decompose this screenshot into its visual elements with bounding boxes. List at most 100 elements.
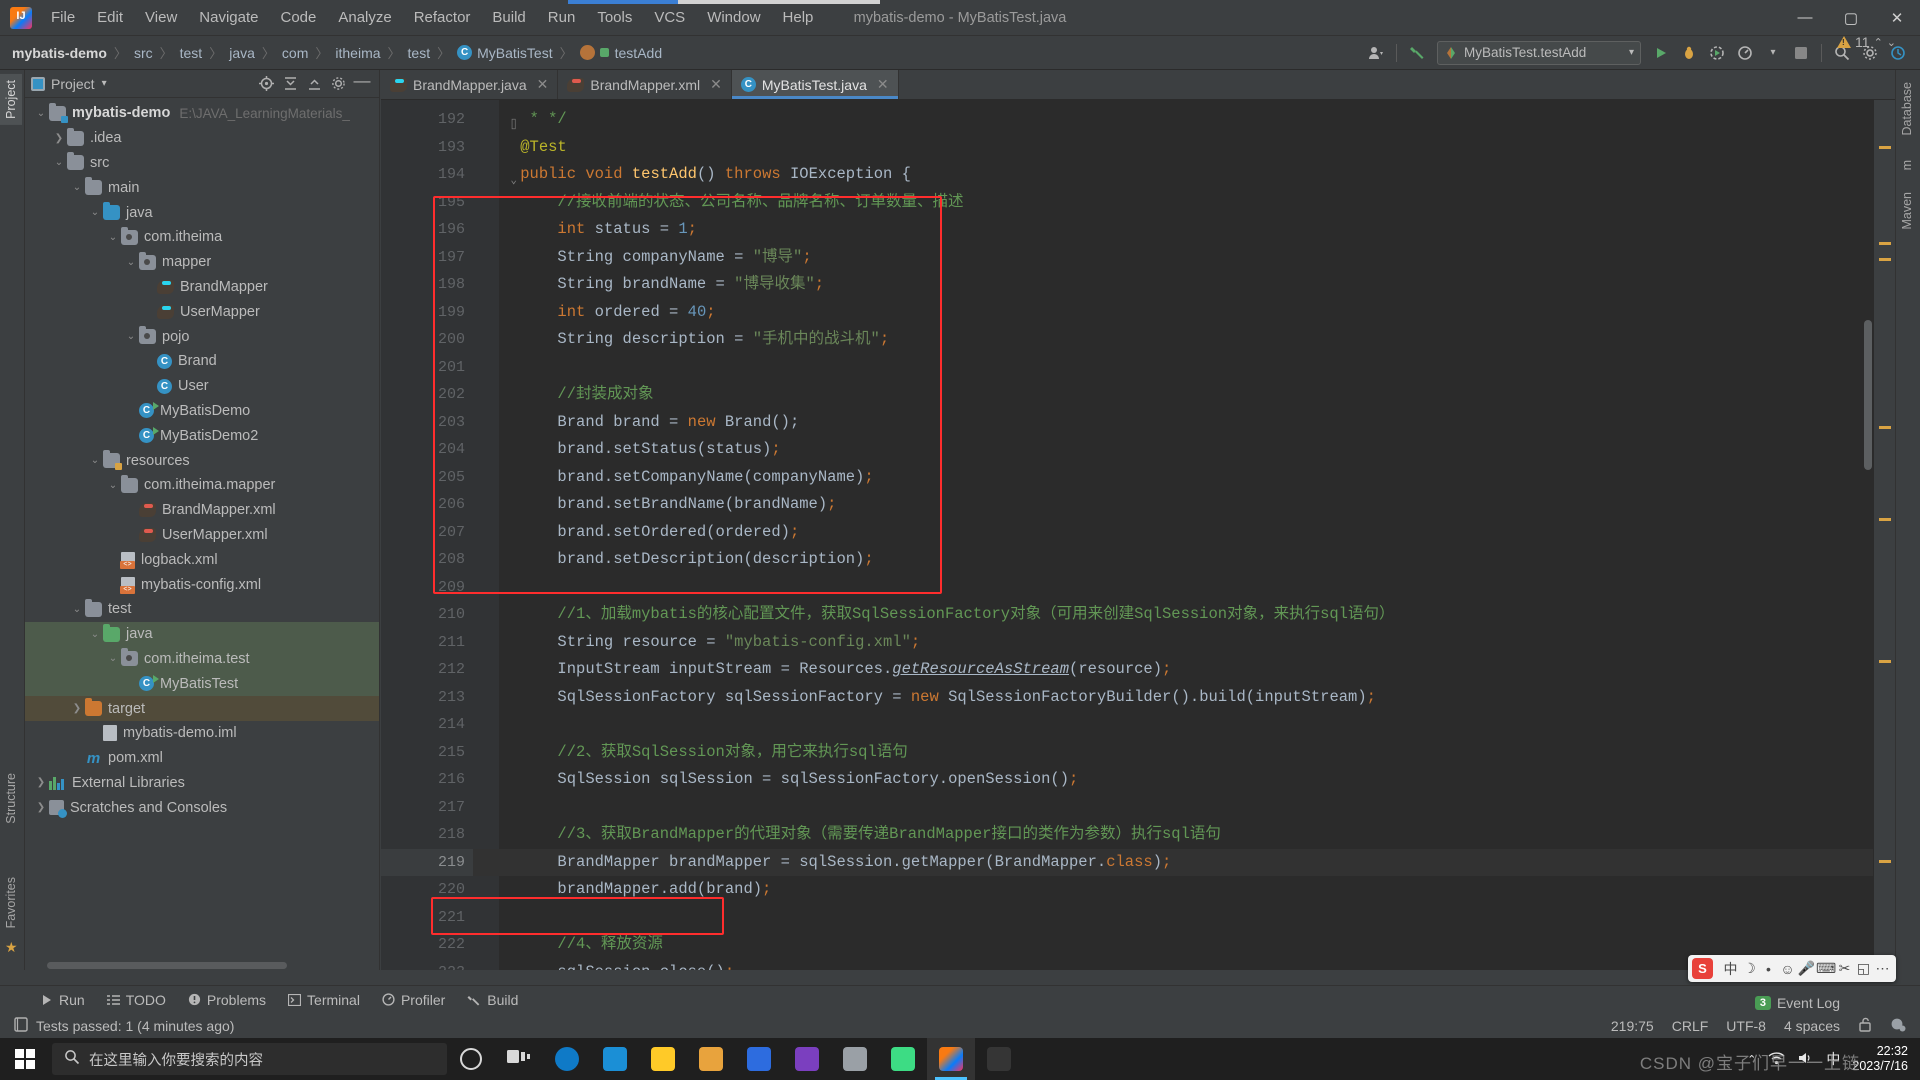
tree-node-mybatis-demo-iml[interactable]: mybatis-demo.iml [25, 721, 379, 746]
chevron-down-icon[interactable]: ⌄ [105, 480, 121, 491]
chevron-down-icon[interactable]: ⌄ [51, 157, 67, 168]
stop-button[interactable] [1788, 40, 1814, 66]
tree-node-com-itheima-test[interactable]: ⌄ com.itheima.test [25, 646, 379, 672]
line-number[interactable]: 192 ⌷ [381, 106, 517, 134]
code-line[interactable]: brandMapper.add(brand); [483, 876, 1895, 904]
tree-node-java[interactable]: ⌄ java [25, 200, 379, 225]
taskbar-app-edge[interactable] [543, 1038, 591, 1080]
tree-node-src[interactable]: ⌄ src [25, 151, 379, 176]
editor-vertical-scrollbar[interactable] [1864, 320, 1872, 470]
tree-node-usermapper-xml[interactable]: UserMapper.xml [25, 523, 379, 548]
tree-node-external-libraries[interactable]: ❯ External Libraries [25, 771, 379, 796]
editor-tab-mybatistest-java[interactable]: C MyBatisTest.java ✕ [731, 70, 899, 99]
breadcrumb-item-java[interactable]: java [229, 45, 255, 61]
tree-node-target[interactable]: ❯ target [25, 696, 379, 721]
code-line[interactable]: @Test [483, 134, 1895, 162]
minimize-button[interactable]: — [1782, 0, 1828, 36]
code-line[interactable]: brand.setCompanyName(companyName); [483, 464, 1895, 492]
project-tree[interactable]: ⌄ mybatis-demo E:\JAVA_LearningMaterials_ ❯… [25, 98, 379, 970]
line-number[interactable]: 199 [381, 299, 473, 327]
tree-node-user[interactable]: C User [25, 374, 379, 399]
code-line[interactable]: SqlSession sqlSession = sqlSessionFactor… [483, 766, 1895, 794]
menu-item-file[interactable]: File [40, 5, 86, 30]
tree-node-brandmapper-xml[interactable]: BrandMapper.xml [25, 498, 379, 523]
chevron-down-icon[interactable]: ⌄ [123, 257, 139, 268]
breadcrumb-item-itheima[interactable]: itheima [335, 45, 380, 61]
ime-button-2[interactable]: • [1759, 961, 1778, 977]
editor-tab-brandmapper-xml[interactable]: BrandMapper.xml ✕ [558, 70, 732, 99]
code-line[interactable]: int ordered = 40; [483, 299, 1895, 327]
tree-node-pom-xml[interactable]: m pom.xml [25, 746, 379, 771]
tree-node-brand[interactable]: C Brand [25, 349, 379, 374]
line-number[interactable]: 201 [381, 354, 473, 382]
chevron-down-icon[interactable]: ⌄ [69, 182, 85, 193]
line-number[interactable]: 203 [381, 409, 473, 437]
taskbar-clock[interactable]: 22:32 2023/7/16 [1852, 1044, 1908, 1074]
line-number[interactable]: 204 [381, 436, 473, 464]
chevron-down-icon[interactable]: ⌄ [123, 331, 139, 342]
inspection-face-icon[interactable] [1890, 1017, 1906, 1035]
breadcrumb-item-test[interactable]: test [180, 45, 203, 61]
breadcrumb-item-src[interactable]: src [134, 45, 153, 61]
tree-node-mapper[interactable]: ⌄ mapper [25, 250, 379, 275]
tree-node-java[interactable]: ⌄ java [25, 621, 379, 647]
line-number[interactable]: 197 [381, 244, 473, 272]
taskbar-app-cortana[interactable] [447, 1038, 495, 1080]
chevron-down-icon[interactable]: ⌄ [105, 653, 121, 664]
indent-setting[interactable]: 4 spaces [1784, 1018, 1840, 1034]
line-number[interactable]: 211 [381, 629, 473, 657]
menu-item-edit[interactable]: Edit [86, 5, 134, 30]
code-line[interactable] [483, 711, 1895, 739]
chevron-down-icon[interactable]: ⌄ [87, 629, 103, 640]
expand-all-icon[interactable] [279, 73, 301, 95]
code-line[interactable]: InputStream inputStream = Resources.getR… [483, 656, 1895, 684]
line-number[interactable]: 193 [381, 134, 473, 162]
chevron-down-icon[interactable]: ⌄ [87, 207, 103, 218]
menu-item-code[interactable]: Code [269, 5, 327, 30]
bottom-tool-todo[interactable]: TODO [98, 990, 175, 1010]
locate-icon[interactable] [255, 73, 277, 95]
code-line[interactable]: brand.setOrdered(ordered); [483, 519, 1895, 547]
ime-button-8[interactable]: ⋯ [1873, 960, 1892, 977]
project-horizontal-scrollbar[interactable] [25, 961, 379, 970]
run-configuration-selector[interactable]: MyBatisTest.testAdd ▾ [1437, 40, 1641, 65]
breadcrumb-item-mybatis-demo[interactable]: mybatis-demo [12, 45, 107, 61]
tree-node-com-itheima-mapper[interactable]: ⌄ com.itheima.mapper [25, 473, 379, 498]
tool-tab-maven[interactable]: Maven [1896, 186, 1918, 236]
tree-node-brandmapper[interactable]: BrandMapper [25, 275, 379, 300]
tree-node-mybatis-config-xml[interactable]: mybatis-config.xml [25, 572, 379, 597]
chevron-down-icon[interactable]: ⌄ [1887, 36, 1896, 49]
tree-node-test[interactable]: ⌄ test [25, 597, 379, 622]
taskbar-app-android-studio[interactable] [879, 1038, 927, 1080]
line-number[interactable]: 196 [381, 216, 473, 244]
tree-node-scratches-and-consoles[interactable]: ❯ Scratches and Consoles [25, 795, 379, 820]
code-line[interactable]: BrandMapper brandMapper = sqlSession.get… [473, 848, 1895, 876]
menu-item-help[interactable]: Help [772, 5, 825, 30]
taskbar-search-box[interactable]: 在这里输入你要搜索的内容 [52, 1043, 447, 1075]
code-line[interactable] [483, 904, 1895, 932]
line-number[interactable]: 209 [381, 574, 473, 602]
chevron-right-icon[interactable]: ❯ [33, 777, 49, 788]
menu-item-build[interactable]: Build [481, 5, 536, 30]
tool-tab-database[interactable]: Database [1896, 76, 1918, 142]
line-number[interactable]: 216 [381, 766, 473, 794]
menu-item-window[interactable]: Window [696, 5, 771, 30]
code-view[interactable]: 192 ⌷ 193 194 ⌄ 195 196 197 198 199 200 201 202 203 20… [381, 100, 1895, 970]
menu-item-refactor[interactable]: Refactor [403, 5, 482, 30]
line-number[interactable]: 205 [381, 464, 473, 492]
taskbar-app-app-purple[interactable] [783, 1038, 831, 1080]
menu-item-vcs[interactable]: VCS [643, 5, 696, 30]
line-number-gutter[interactable]: 192 ⌷ 193 194 ⌄ 195 196 197 198 199 200 201 202 203 20… [381, 100, 517, 970]
code-line[interactable] [483, 574, 1895, 602]
editor-tab-brandmapper-java[interactable]: BrandMapper.java ✕ [381, 70, 559, 99]
tree-node-mybatis-demo[interactable]: ⌄ mybatis-demo E:\JAVA_LearningMaterials_ [25, 101, 379, 126]
chevron-down-icon[interactable]: ⌄ [87, 455, 103, 466]
line-number[interactable]: 200 [381, 326, 473, 354]
breadcrumb-item-testadd[interactable]: testAdd [579, 45, 662, 61]
chevron-down-icon[interactable]: ⌄ [105, 232, 121, 243]
code-line[interactable]: Brand brand = new Brand(); [483, 409, 1895, 437]
taskbar-app-file-explorer[interactable] [639, 1038, 687, 1080]
ime-button-5[interactable]: ⌨ [1816, 960, 1836, 977]
line-number[interactable]: 210 [381, 601, 473, 629]
code-line[interactable]: //2、获取SqlSession对象，用它来执行sql语句 [483, 739, 1895, 767]
